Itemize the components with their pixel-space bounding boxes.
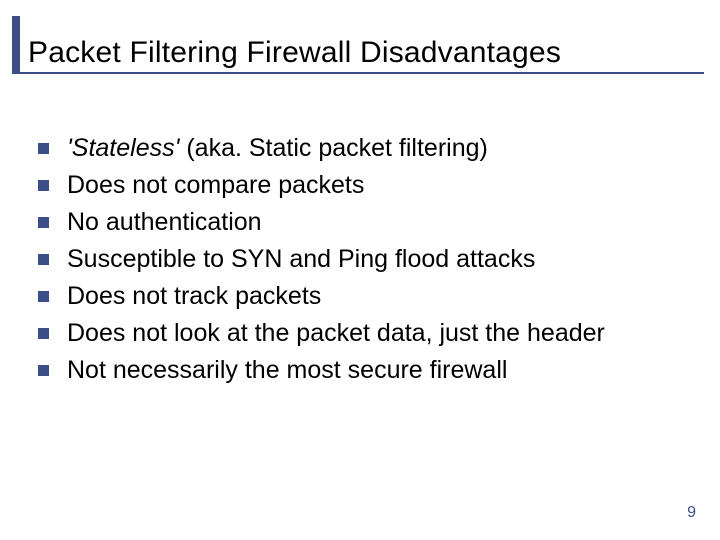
square-bullet-icon xyxy=(38,180,49,191)
square-bullet-icon xyxy=(38,217,49,228)
list-item-rest: (aka. Static packet filtering) xyxy=(179,134,487,162)
list-item-text: Does not compare packets xyxy=(67,169,678,202)
square-bullet-icon xyxy=(38,365,49,376)
list-item: No authentication xyxy=(38,206,678,239)
list-item-text: 'Stateless' (aka. Static packet filterin… xyxy=(67,132,678,165)
list-item: Does not compare packets xyxy=(38,169,678,202)
square-bullet-icon xyxy=(38,291,49,302)
list-item: 'Stateless' (aka. Static packet filterin… xyxy=(38,132,678,165)
list-item-text: Not necessarily the most secure firewall xyxy=(67,354,678,387)
list-item-text: Does not look at the packet data, just t… xyxy=(67,317,678,350)
list-item: Not necessarily the most secure firewall xyxy=(38,354,678,387)
list-item: Susceptible to SYN and Ping flood attack… xyxy=(38,243,678,276)
square-bullet-icon xyxy=(38,143,49,154)
title-accent-bar xyxy=(12,16,20,74)
italic-term: 'Stateless' xyxy=(67,134,179,162)
square-bullet-icon xyxy=(38,254,49,265)
list-item: Does not track packets xyxy=(38,280,678,313)
list-item-text: Does not track packets xyxy=(67,280,678,313)
title-underline xyxy=(12,72,704,74)
page-number: 9 xyxy=(687,504,696,522)
slide: Packet Filtering Firewall Disadvantages … xyxy=(0,0,720,540)
list-item-text: No authentication xyxy=(67,206,678,239)
list-item-text: Susceptible to SYN and Ping flood attack… xyxy=(67,243,678,276)
bullet-list: 'Stateless' (aka. Static packet filterin… xyxy=(38,132,678,391)
list-item: Does not look at the packet data, just t… xyxy=(38,317,678,350)
square-bullet-icon xyxy=(38,328,49,339)
slide-title: Packet Filtering Firewall Disadvantages xyxy=(28,36,561,70)
